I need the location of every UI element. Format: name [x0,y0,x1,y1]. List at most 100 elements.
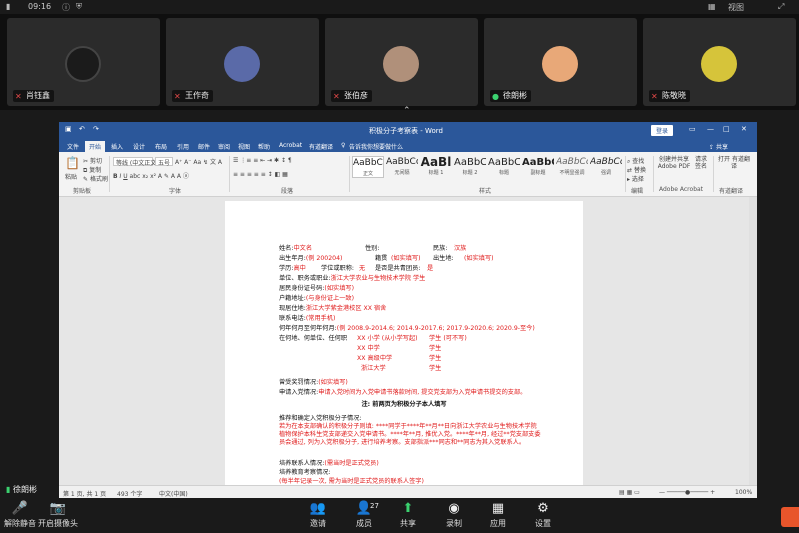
tab-home[interactable]: 开始 [85,141,106,152]
start-video-button[interactable]: 📷 开启摄像头 [30,499,86,529]
divider [229,156,230,192]
zoom-level: 100% [735,489,753,496]
edu-value: 高中 [293,265,306,272]
paste-button[interactable]: 粘贴 [65,172,77,181]
divider [625,156,626,192]
font-size-select[interactable]: 五号 [155,157,173,167]
create-pdf-button[interactable]: 创建并共享 Adobe PDF [657,156,691,170]
participant-tile[interactable]: ✕ 张伯彦 [325,18,478,106]
paste-icon[interactable]: 📋 [65,156,80,170]
end-meeting-button[interactable] [781,507,799,527]
shield-icon[interactable]: ⛨ [76,2,82,12]
view-label[interactable]: 视图 [728,2,744,13]
avatar [383,46,419,82]
grid-view-icon[interactable]: ▦ [708,2,716,11]
tab-mailings[interactable]: 邮件 [198,142,210,151]
mic-muted-icon: ✕ [15,92,22,101]
style-normal[interactable]: AaBbCcDt正文 [352,156,384,178]
list-buttons[interactable]: ☰ ⋮≡ ≡ ⇤ ⇥ ✱ ↕ ¶ [233,157,292,164]
youdao-open-button[interactable]: 打开 有道翻译 [717,156,751,170]
tab-acrobat[interactable]: Acrobat [279,142,302,149]
unit-value: 浙江大学农业与生物技术学院 学生 [330,275,426,282]
vertical-scrollbar[interactable] [749,197,757,485]
mic-active-icon: ● [492,92,499,101]
font-tools-icon[interactable]: A⁺ A⁻ Aa ↯ 文 A [175,157,222,166]
settings-button[interactable]: ⚙ 设置 [515,499,571,529]
name-value: 中文名 [293,245,313,252]
tab-youdao[interactable]: 有道翻译 [309,142,333,151]
request-sign-button[interactable]: 请求签名 [693,156,709,170]
recommend-paragraph: 若为在本支部确认的积极分子则填: ****同学于****年**月**日向浙江大学… [279,423,541,446]
style-heading2[interactable]: AaBbC 标题 2 [454,156,486,178]
participant-tile[interactable]: ● 徐朗彬 [484,18,637,106]
style-subtle-emphasis[interactable]: AaBbCcDt不明显强调 [556,156,588,178]
mic-muted-icon: ✕ [651,92,658,101]
close-icon[interactable]: ✕ [741,125,747,133]
minimize-icon[interactable]: — [707,125,714,133]
select-button[interactable]: ▸ 选择 [627,174,644,183]
style-emphasis[interactable]: AaBbCcDt强调 [590,156,622,178]
maximize-icon[interactable]: □ [723,125,730,133]
styles-group-label: 样式 [479,188,492,195]
top-bar: 09:16 ▮ ⓘ ⛨ ▦ 视图 ⤢ [0,0,799,14]
zoom-slider[interactable]: — ─────●───── + [659,489,715,496]
replace-button[interactable]: ⇄ 替换 [627,165,646,174]
divider [713,156,714,192]
info-icon[interactable]: ⓘ [62,2,70,13]
login-button[interactable]: 登录 [651,125,674,136]
document-page[interactable]: 姓名:中文名 性别: 民族: 汉族 出生年月:(例 200204) 籍贯 (如实填写… [225,201,583,491]
participant-name: 王作奇 [185,91,209,100]
tell-me-input[interactable]: 告诉我你想要做什么 [349,142,403,151]
tab-design[interactable]: 设计 [133,142,145,151]
collapse-chevron-icon[interactable]: ⌃ [403,106,411,116]
acrobat-group-label: Adobe Acrobat [659,186,704,193]
school-row: XX 中学 学生 [357,345,442,352]
ribbon-home: 📋 粘贴 ✂ 剪切 ⧉ 复制 ✎ 格式刷 剪贴板 等线 (中文正文) 五号 A⁺… [59,152,757,197]
tab-view[interactable]: 视图 [238,142,250,151]
style-heading1[interactable]: AaBl 标题 1 [420,156,452,178]
word-count: 493 个字 [117,491,143,498]
divider [349,156,350,192]
school-row: XX 高级中学 学生 [357,355,442,362]
meeting-toolbar: 🎤 解除静音 📷 开启摄像头 👥 邀请 👤 成员 27 ⬆ 共享 ◉ 录制 ▦ 应用 ⚙ 设置 [0,499,799,533]
tab-help[interactable]: 帮助 [258,142,270,151]
fullscreen-icon[interactable]: ⤢ [778,2,784,12]
participant-tile[interactable]: ✕ 王作奇 [166,18,319,106]
style-no-spacing[interactable]: AaBbCcDt无间隔 [386,156,418,178]
save-icon[interactable]: ▣ [65,125,72,133]
school-row: 浙江大学 学生 [361,365,442,372]
format-painter-button[interactable]: ✎ 格式刷 [83,174,108,183]
mic-muted-icon: ✕ [333,92,340,101]
participant-tile[interactable]: ✕ 肖钰鑫 [7,18,160,106]
participant-name: 陈敬晓 [662,91,686,100]
avatar [65,46,101,82]
paragraph-group-label: 段落 [281,188,294,195]
divider [109,156,110,192]
cut-button[interactable]: ✂ 剪切 [83,156,102,165]
format-buttons[interactable]: B I U abc x₂ x² A ✎ A A ⓐ [113,171,189,180]
participant-tile[interactable]: ✕ 陈敬晓 [643,18,796,106]
style-subtitle[interactable]: AaBbC副标题 [522,156,554,178]
degree-value: 无 [359,265,366,272]
tab-references[interactable]: 引用 [177,142,189,151]
undo-icon[interactable]: ↶ [79,125,85,133]
align-buttons[interactable]: ≡ ≡ ≡ ≡ ≡ ↕ ◧ ▦ [233,171,288,178]
tab-insert[interactable]: 插入 [111,142,123,151]
page-count: 第 1 页, 共 1 页 [63,491,107,498]
share-button[interactable]: ⇪ 共享 [709,142,728,151]
clock: 09:16 [28,2,52,11]
lightbulb-icon: ♀ [341,142,346,149]
tab-layout[interactable]: 布局 [155,142,167,151]
style-title[interactable]: AaBbC 标题 [488,156,520,178]
view-mode-icons[interactable]: ▤ ▦ ▭ [619,489,640,496]
tab-review[interactable]: 审阅 [218,142,230,151]
camera-off-icon: 📷 [49,501,67,516]
mic-active-icon: ▮ [6,485,11,494]
redo-icon[interactable]: ↷ [93,125,99,133]
word-title-bar: ▣ ↶ ↷ 积极分子考察表 - Word 登录 ▭ — □ ✕ [59,122,757,139]
font-name-select[interactable]: 等线 (中文正文) [113,157,159,167]
tab-file[interactable]: 文件 [67,142,79,151]
signal-icon: ▮ [6,2,11,11]
document-title: 积极分子考察表 - Word [369,127,443,135]
ribbon-options-icon[interactable]: ▭ [689,125,696,133]
